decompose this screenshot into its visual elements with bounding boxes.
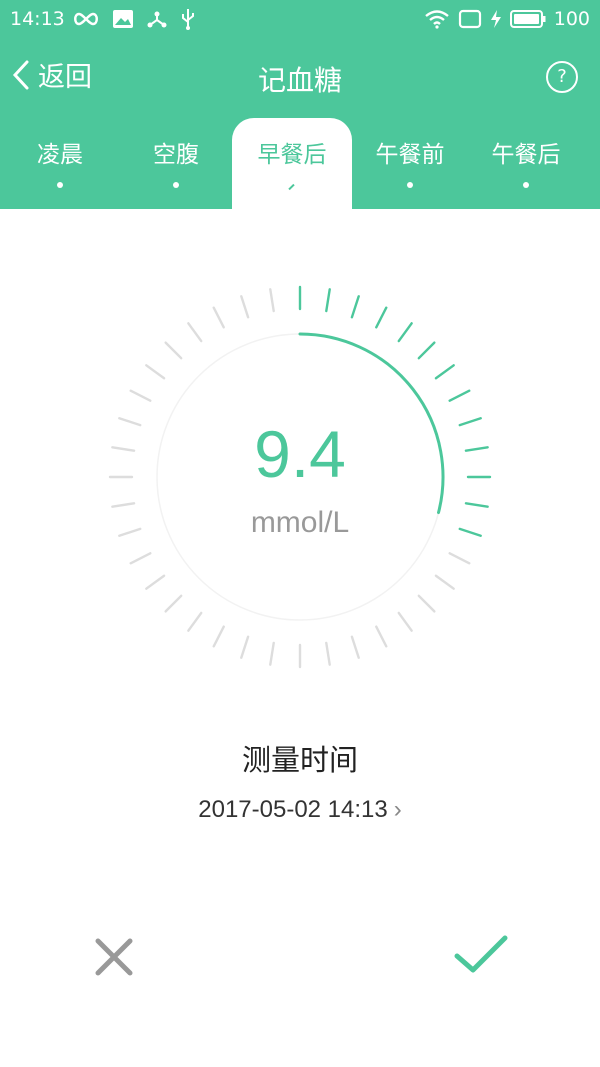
gauge-tick (350, 635, 360, 659)
gauge-tick (212, 306, 225, 329)
image-icon (113, 10, 133, 28)
gauge-tick (164, 594, 183, 613)
help-button[interactable]: ? (546, 61, 578, 93)
measure-time-picker[interactable]: 2017-05-02 14:13 › (0, 796, 600, 824)
gauge-tick (448, 389, 471, 402)
chevron-right-icon: › (393, 796, 402, 823)
gauge-tick (145, 364, 166, 380)
battery-level: 100 (553, 8, 590, 30)
tab-0[interactable]: 凌晨 (0, 118, 120, 209)
tab-3[interactable]: 午餐前 (350, 118, 470, 209)
gauge-tick (434, 364, 455, 380)
header: 14:13 100 返回 记血糖 ? 凌晨 空腹 早餐后 午餐前 午餐后 (0, 0, 600, 209)
gauge-tick (240, 635, 250, 659)
status-bar: 14:13 100 (0, 0, 600, 38)
gauge-tick (129, 552, 152, 565)
measure-time-title: 测量时间 (241, 743, 358, 777)
gauge-tick (325, 288, 331, 313)
battery-icon (509, 10, 546, 28)
gauge-tick (164, 341, 183, 360)
tab-dot (173, 182, 179, 188)
measure-datetime: 2017-05-02 14:13 (198, 796, 388, 823)
gauge-tick (375, 306, 388, 329)
tab-label: 凌晨 (37, 142, 83, 168)
tab-4[interactable]: 午餐后 (466, 118, 586, 209)
tab-label: 午餐前 (375, 142, 445, 168)
gauge-tick (129, 389, 152, 402)
glucose-unit: mmol/L (250, 506, 350, 539)
gauge-tick (397, 322, 413, 343)
tab-label: 空腹 (153, 142, 199, 168)
gauge-tick (375, 625, 388, 648)
check-icon (454, 935, 508, 973)
tab-dot (57, 182, 63, 188)
page-title: 记血糖 (257, 64, 342, 97)
gauge-tick (212, 625, 225, 648)
cancel-button[interactable] (92, 935, 136, 979)
status-time: 14:13 (10, 8, 65, 30)
gauge-tick (350, 295, 360, 319)
charging-icon (490, 10, 501, 28)
gauge-tick (448, 552, 471, 565)
close-icon (95, 938, 133, 976)
share-icon (147, 11, 167, 28)
gauge-tick (325, 641, 331, 666)
gauge-tick (269, 641, 275, 666)
tab-label: 午餐后 (491, 142, 561, 168)
tab-dot (407, 182, 413, 188)
wifi-icon (424, 10, 449, 29)
status-right: 100 (424, 6, 590, 32)
gauge-tick (417, 594, 436, 613)
tab-2[interactable]: 早餐后 (232, 118, 352, 209)
gauge-tick (240, 295, 250, 319)
confirm-button[interactable] (452, 932, 510, 978)
tab-1[interactable]: 空腹 (116, 118, 236, 209)
gauge-tick (145, 574, 166, 590)
gauge-tick (397, 611, 413, 632)
help-icon: ? (557, 66, 567, 87)
nav-bar: 返回 记血糖 ? (0, 45, 600, 109)
usb-icon (182, 9, 194, 30)
screen-icon (458, 9, 481, 29)
infinity-icon (74, 12, 98, 26)
tab-label: 早餐后 (257, 142, 327, 168)
gauge-tick (417, 341, 436, 360)
meal-tabs: 凌晨 空腹 早餐后 午餐前 午餐后 (0, 118, 600, 209)
gauge-tick (187, 611, 203, 632)
tab-dot (523, 182, 529, 188)
active-tab-indicator (288, 183, 295, 191)
status-left-icons (72, 7, 196, 31)
glucose-value: 9.4 (254, 417, 346, 491)
gauge-tick (269, 288, 275, 313)
gauge-tick (187, 322, 203, 343)
gauge-tick (434, 574, 455, 590)
